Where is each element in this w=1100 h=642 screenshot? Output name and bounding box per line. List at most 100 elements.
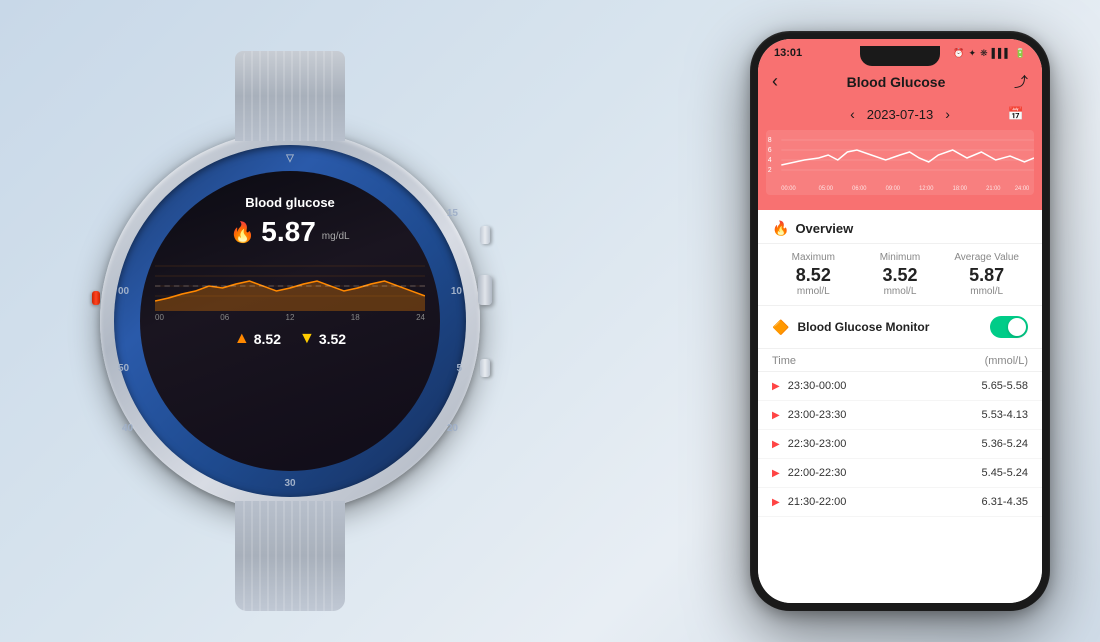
watch-stat-max: ▲ 8.52 <box>234 330 281 348</box>
table-row: ▶ 22:00-22:30 5.45-5.24 <box>758 459 1042 488</box>
svg-text:09:00: 09:00 <box>886 186 901 192</box>
watch-body: ▽ 15 10 5 20 30 40 50 00 Blood glucose 🔥… <box>100 131 480 511</box>
stat-minimum: Minimum 3.52 mmol/L <box>859 252 942 297</box>
bezel-label-30: 30 <box>284 478 295 489</box>
phone-screen: 13:01 ⏰ ✦ ❋ ▌▌▌ 🔋 ‹ Blood Glucose ⤴ <box>758 39 1042 603</box>
table-row: ▶ 22:30-23:00 5.36-5.24 <box>758 430 1042 459</box>
watch-max-value: 8.52 <box>254 331 281 347</box>
row-play-icon: ▶ <box>772 497 780 508</box>
svg-text:8: 8 <box>768 137 772 144</box>
row-play-icon: ▶ <box>772 439 780 450</box>
current-date: 2023-07-13 <box>867 107 934 122</box>
watch-flame-icon: 🔥 <box>230 220 255 245</box>
status-icons: ⏰ ✦ ❋ ▌▌▌ 🔋 <box>953 48 1026 59</box>
svg-text:24:00: 24:00 <box>1015 186 1030 192</box>
watch-time-0: 00 <box>155 313 164 322</box>
scene: ▽ 15 10 5 20 30 40 50 00 Blood glucose 🔥… <box>0 0 1100 642</box>
table-row: ▶ 23:00-23:30 5.53-4.13 <box>758 401 1042 430</box>
phone-container: 13:01 ⏰ ✦ ❋ ▌▌▌ 🔋 ‹ Blood Glucose ⤴ <box>750 31 1050 611</box>
content-area: 🔥 Overview Maximum 8.52 mmol/L Minimum 3… <box>758 210 1042 603</box>
stat-max-label: Maximum <box>792 252 835 263</box>
watch-time-18: 18 <box>351 313 360 322</box>
bezel-label-00: 00 <box>118 286 129 297</box>
header-title: Blood Glucose <box>847 74 946 90</box>
col-time-header: Time <box>772 355 796 367</box>
watch-red-button <box>92 291 100 305</box>
next-date-button[interactable]: › <box>945 106 950 122</box>
watch-glucose-value: 5.87 <box>261 216 316 248</box>
svg-text:4: 4 <box>768 157 772 164</box>
toggle-knob <box>1008 318 1026 336</box>
watch-arrow-down-icon: ▼ <box>299 330 315 348</box>
back-button[interactable]: ‹ <box>772 71 778 92</box>
table-row: ▶ 21:30-22:00 6.31-4.35 <box>758 488 1042 517</box>
date-nav: ‹ 2023-07-13 › 📅 <box>758 102 1042 130</box>
svg-text:05:00: 05:00 <box>819 186 834 192</box>
watch-time-axis: 00 06 12 18 24 <box>155 313 425 322</box>
col-unit-header: (mmol/L) <box>985 355 1028 367</box>
stat-avg-value: 5.87 <box>969 265 1004 286</box>
stat-average: Average Value 5.87 mmol/L <box>945 252 1028 297</box>
row-play-icon: ▶ <box>772 381 780 392</box>
monitor-toggle[interactable] <box>990 316 1028 338</box>
row-time-1: 23:00-23:30 <box>788 409 847 421</box>
alarm-icon: ⏰ <box>953 48 964 59</box>
battery-icon: 🔋 <box>1015 48 1026 59</box>
app-header: ‹ Blood Glucose ⤴ <box>758 65 1042 102</box>
bezel-label-50: 50 <box>118 363 129 374</box>
row-value-4: 6.31-4.35 <box>982 496 1028 508</box>
watch-glucose-label: Blood glucose <box>245 195 335 210</box>
watch-arrow-up-icon: ▲ <box>234 330 250 348</box>
monitor-row: 🔶 Blood Glucose Monitor <box>758 306 1042 349</box>
signal-icon: ▌▌▌ <box>992 48 1011 58</box>
row-left: ▶ 22:00-22:30 <box>772 467 846 479</box>
svg-text:6: 6 <box>768 147 772 154</box>
row-time-0: 23:30-00:00 <box>788 380 847 392</box>
status-time: 13:01 <box>774 47 802 59</box>
bezel-label-10: 10 <box>451 286 462 297</box>
monitor-label: Blood Glucose Monitor <box>797 320 929 334</box>
watch-unit: mg/dL <box>322 231 350 242</box>
share-button[interactable]: ⤴ <box>1014 72 1028 92</box>
watch-min-value: 3.52 <box>319 331 346 347</box>
watch-stats-row: ▲ 8.52 ▼ 3.52 <box>234 330 346 348</box>
prev-date-button[interactable]: ‹ <box>850 106 855 122</box>
svg-text:2: 2 <box>768 167 772 174</box>
svg-text:00:00: 00:00 <box>781 186 796 192</box>
overview-flame-icon: 🔥 <box>772 220 789 237</box>
phone-body: 13:01 ⏰ ✦ ❋ ▌▌▌ 🔋 ‹ Blood Glucose ⤴ <box>750 31 1050 611</box>
bezel-label-top: ▽ <box>286 153 294 164</box>
row-left: ▶ 23:30-00:00 <box>772 380 846 392</box>
row-value-1: 5.53-4.13 <box>982 409 1028 421</box>
row-left: ▶ 21:30-22:00 <box>772 496 846 508</box>
row-value-2: 5.36-5.24 <box>982 438 1028 450</box>
row-time-3: 22:00-22:30 <box>788 467 847 479</box>
stat-avg-unit: mmol/L <box>970 286 1003 297</box>
stat-maximum: Maximum 8.52 mmol/L <box>772 252 855 297</box>
stat-min-value: 3.52 <box>882 265 917 286</box>
monitor-left: 🔶 Blood Glucose Monitor <box>772 319 929 336</box>
svg-text:06:00: 06:00 <box>852 186 867 192</box>
table-row: ▶ 23:30-00:00 5.65-5.58 <box>758 372 1042 401</box>
phone-notch <box>860 46 940 66</box>
row-left: ▶ 23:00-23:30 <box>772 409 846 421</box>
watch-button-bottom <box>480 359 490 377</box>
calendar-button[interactable]: 📅 <box>1008 106 1024 122</box>
stat-avg-label: Average Value <box>954 252 1019 263</box>
watch-time-6: 06 <box>220 313 229 322</box>
watch-time-24: 24 <box>416 313 425 322</box>
watch-reading-row: 🔥 5.87 mg/dL <box>230 216 349 248</box>
bluetooth-icon: ✦ <box>969 48 977 59</box>
row-time-4: 21:30-22:00 <box>788 496 847 508</box>
stat-min-label: Minimum <box>880 252 921 263</box>
watch-button-top <box>480 226 490 244</box>
watch-container: ▽ 15 10 5 20 30 40 50 00 Blood glucose 🔥… <box>30 31 550 611</box>
watch-crown <box>478 275 492 305</box>
watch-band-top <box>235 51 345 141</box>
bezel-label-40: 40 <box>122 423 133 434</box>
monitor-icon: 🔶 <box>772 319 789 336</box>
watch-screen: Blood glucose 🔥 5.87 mg/dL <box>140 171 440 471</box>
svg-text:12:00: 12:00 <box>919 186 934 192</box>
row-play-icon: ▶ <box>772 468 780 479</box>
stat-min-unit: mmol/L <box>884 286 917 297</box>
